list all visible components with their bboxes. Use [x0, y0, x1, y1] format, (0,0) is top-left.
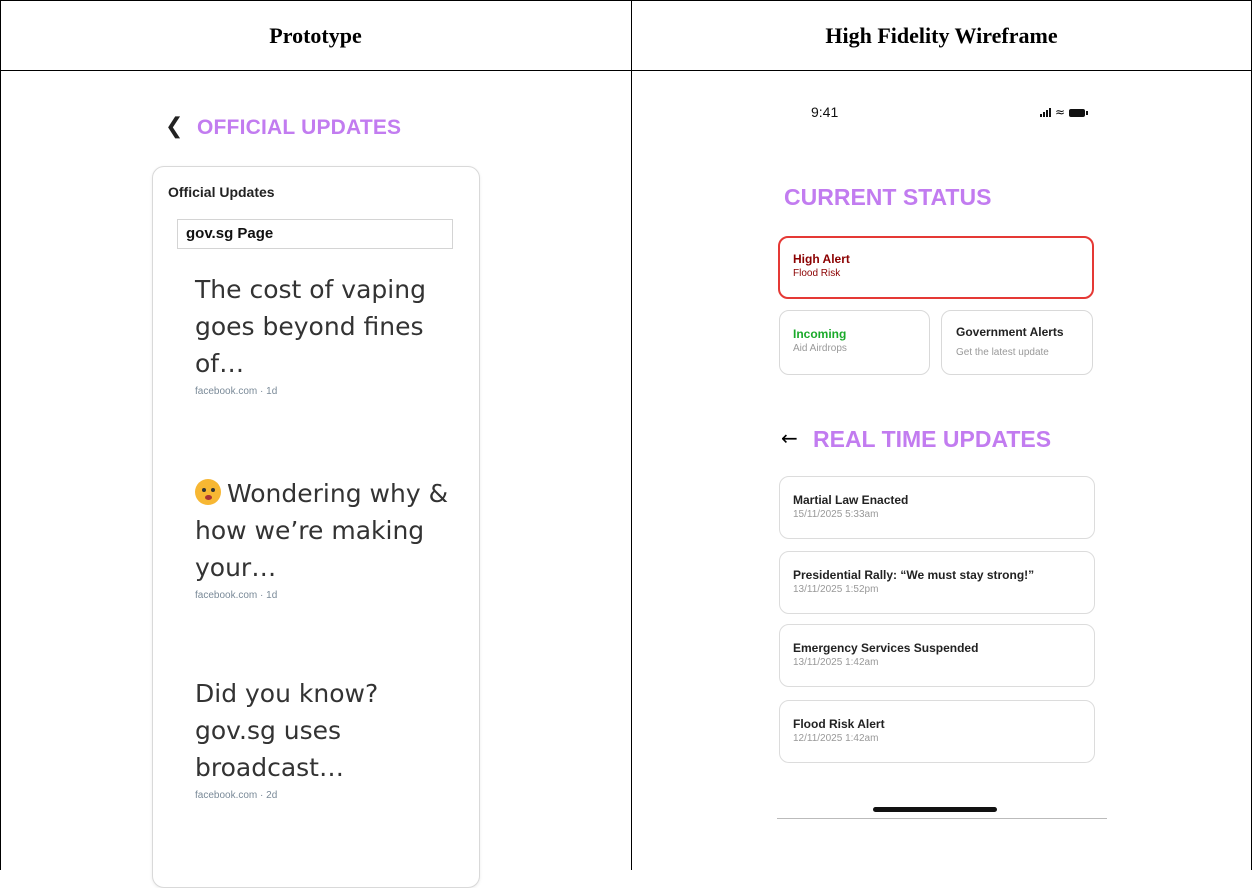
update-item[interactable]: Presidential Rally: “We must stay strong…	[779, 551, 1095, 614]
update-item[interactable]: Flood Risk Alert 12/11/2025 1:42am	[779, 700, 1095, 763]
incoming-card[interactable]: Incoming Aid Airdrops	[779, 310, 930, 375]
arrow-left-icon[interactable]: ←	[781, 426, 798, 450]
update-title: Martial Law Enacted	[793, 493, 909, 507]
government-alerts-card[interactable]: Government Alerts Get the latest update	[941, 310, 1093, 375]
home-indicator[interactable]	[873, 807, 997, 812]
post-text: The cost of vaping goes beyond fines of…	[195, 275, 426, 378]
post-meta: facebook.com · 1d	[195, 590, 278, 601]
update-date: 15/11/2025 5:33am	[793, 509, 879, 520]
update-item[interactable]: Martial Law Enacted 15/11/2025 5:33am	[779, 476, 1095, 539]
table-border-middle	[631, 0, 632, 870]
gov-sg-page-link[interactable]: gov.sg Page	[177, 219, 453, 249]
alert-title: High Alert	[793, 252, 850, 266]
battery-icon	[1069, 109, 1089, 117]
update-date: 13/11/2025 1:42am	[793, 657, 879, 668]
gov-alerts-subtitle: Get the latest update	[956, 347, 1049, 358]
post-meta: facebook.com · 1d	[195, 386, 278, 397]
update-title: Flood Risk Alert	[793, 717, 885, 731]
realtime-updates-title: REAL TIME UPDATES	[813, 426, 1052, 452]
post-text-wrap: Wondering why & how we’re making your…	[195, 475, 455, 586]
update-title: Presidential Rally: “We must stay strong…	[793, 568, 1035, 582]
incoming-subtitle: Aid Airdrops	[793, 343, 847, 354]
update-date: 12/11/2025 1:42am	[793, 733, 879, 744]
column-header-wireframe: High Fidelity Wireframe	[825, 22, 1058, 48]
update-item[interactable]: Emergency Services Suspended 13/11/2025 …	[779, 624, 1095, 687]
gov-alerts-title: Government Alerts	[956, 325, 1064, 339]
post-item[interactable]: The cost of vaping goes beyond fines of……	[195, 271, 455, 397]
page-title: OFFICIAL UPDATES	[197, 116, 402, 139]
status-bar-time: 9:41	[811, 104, 839, 120]
incoming-title: Incoming	[793, 327, 847, 341]
card-title: Official Updates	[168, 184, 275, 200]
table-border-left	[0, 0, 1, 870]
post-item[interactable]: Did you know? gov.sg uses broadcast… fac…	[195, 675, 455, 801]
post-text: Did you know? gov.sg uses broadcast…	[195, 679, 379, 782]
divider	[777, 818, 1107, 819]
high-alert-card[interactable]: High Alert Flood Risk	[778, 236, 1094, 299]
update-date: 13/11/2025 1:52pm	[793, 584, 879, 595]
signal-icon	[1040, 107, 1051, 117]
alert-subtitle: Flood Risk	[793, 268, 841, 279]
chevron-left-icon[interactable]: ❮	[165, 114, 183, 139]
post-meta: facebook.com · 2d	[195, 790, 278, 801]
column-header-prototype: Prototype	[269, 22, 362, 48]
thinking-face-icon	[195, 479, 221, 505]
post-item[interactable]: Wondering why & how we’re making your… f…	[195, 475, 455, 601]
status-bar-icons: ≈	[1040, 105, 1089, 119]
official-updates-card: Official Updates gov.sg Page The cost of…	[152, 166, 480, 888]
wifi-icon: ≈	[1055, 105, 1066, 119]
update-title: Emergency Services Suspended	[793, 641, 979, 655]
current-status-title: CURRENT STATUS	[784, 184, 992, 210]
post-text: Wondering why & how we’re making your…	[195, 479, 449, 582]
